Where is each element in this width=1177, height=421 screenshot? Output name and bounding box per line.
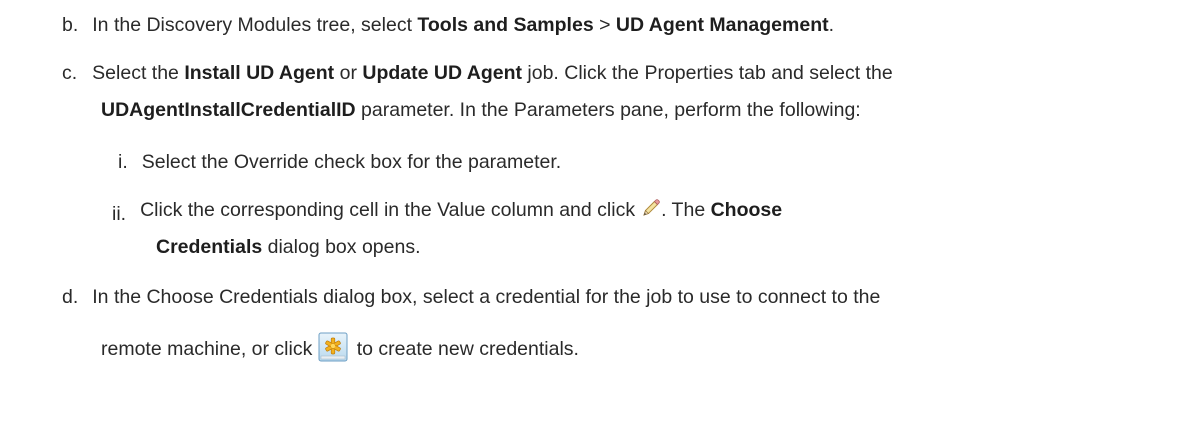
- step-text: . The: [661, 199, 711, 221]
- step-marker: d.: [62, 286, 79, 308]
- step-text: to create new credentials.: [351, 338, 579, 360]
- step-text: or: [334, 62, 363, 84]
- ui-term: UD Agent Management: [615, 14, 829, 36]
- step-marker: ii.: [112, 203, 127, 225]
- ui-term: Choose: [710, 199, 783, 221]
- pencil-icon: [641, 198, 661, 218]
- step-text: >: [593, 14, 616, 36]
- step-text: Click the corresponding cell in the Valu…: [140, 199, 636, 221]
- step-c: c. Select the Install UD Agent or Update …: [62, 62, 893, 85]
- step-d: d. In the Choose Credentials dialog box, …: [62, 286, 880, 309]
- step-text: remote machine, or click: [101, 338, 313, 360]
- new-credentials-icon: [318, 332, 348, 362]
- step-text: .: [828, 14, 835, 36]
- ui-term: Credentials: [156, 236, 263, 258]
- step-c-continued: UDAgentInstallCredentialID parameter. In…: [101, 99, 861, 122]
- step-d-continued: remote machine, or click to create new c…: [101, 332, 579, 362]
- step-b: b. In the Discovery Modules tree, select …: [62, 14, 834, 37]
- ui-term: Update UD Agent: [362, 62, 522, 84]
- step-marker: c.: [62, 62, 78, 84]
- ui-term: Install UD Agent: [184, 62, 335, 84]
- step-text: In the Discovery Modules tree, select: [92, 14, 418, 36]
- step-i: i. Select the Override check box for the …: [118, 151, 561, 174]
- ui-term: UDAgentInstallCredentialID: [101, 99, 356, 121]
- step-text: Select the Override check box for the pa…: [141, 151, 562, 173]
- step-text: In the Choose Credentials dialog box, se…: [92, 286, 881, 308]
- step-text: job. Click the Properties tab and select…: [521, 62, 893, 84]
- step-text: dialog box opens.: [262, 236, 421, 258]
- step-marker: b.: [62, 14, 79, 36]
- step-ii-continued: Credentials dialog box opens.: [156, 236, 421, 259]
- step-text: Select the: [92, 62, 185, 84]
- step-text: parameter. In the Parameters pane, perfo…: [355, 99, 861, 121]
- ui-term: Tools and Samples: [417, 14, 594, 36]
- document-page: b. In the Discovery Modules tree, select …: [0, 0, 1177, 421]
- step-marker: i.: [118, 151, 128, 173]
- step-ii: ii. Click the corresponding cell in the V…: [112, 198, 783, 225]
